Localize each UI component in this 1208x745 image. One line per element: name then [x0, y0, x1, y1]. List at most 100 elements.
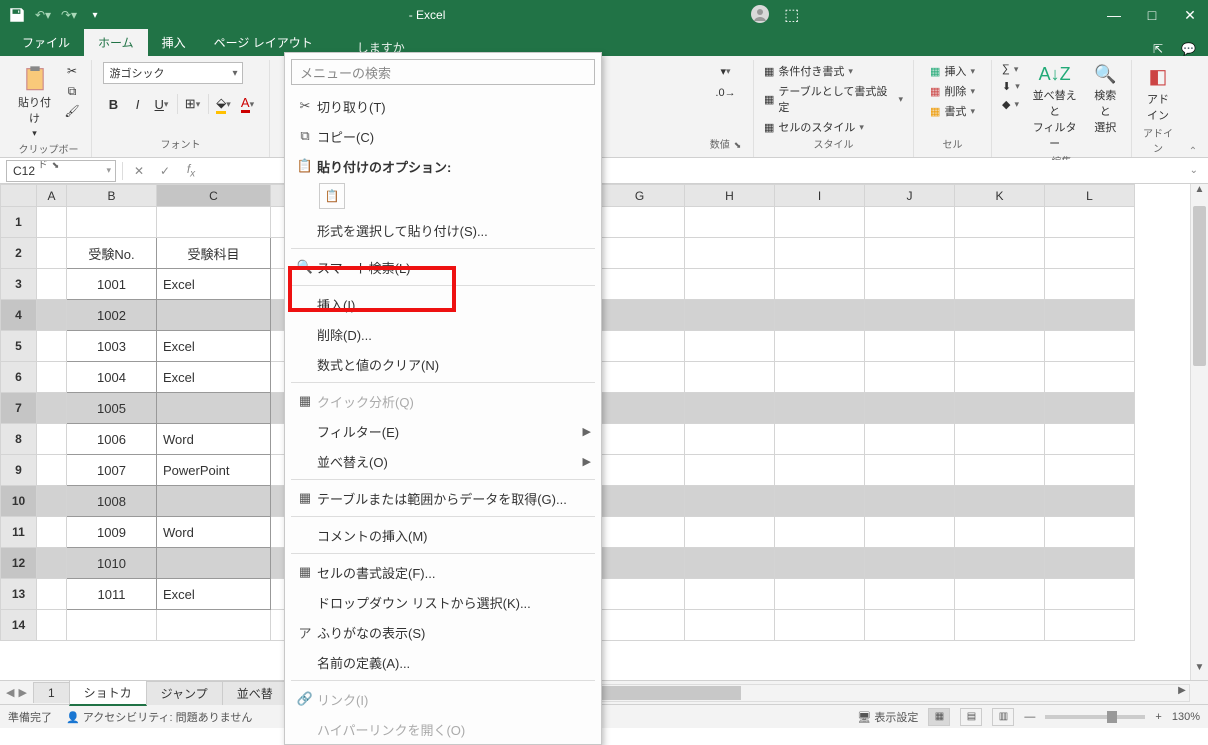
number-format-button[interactable]: ▾: [715, 62, 737, 80]
cell[interactable]: [595, 362, 685, 393]
number-launcher[interactable]: ⬊: [734, 140, 742, 150]
cell[interactable]: 1002: [67, 300, 157, 331]
cell-styles-button[interactable]: ▦セルのスタイル: [762, 118, 905, 136]
cell[interactable]: [775, 455, 865, 486]
cell[interactable]: [865, 362, 955, 393]
cell[interactable]: [595, 610, 685, 641]
row-header[interactable]: 3: [1, 269, 37, 300]
cell[interactable]: [955, 579, 1045, 610]
menu-smart-lookup[interactable]: 🔍スマート検索(L): [285, 252, 601, 282]
menu-cut[interactable]: ✂切り取り(T): [285, 91, 601, 121]
sheet-tab[interactable]: 1: [33, 682, 70, 703]
enter-formula-button[interactable]: ✓: [155, 161, 175, 181]
cell[interactable]: [685, 579, 775, 610]
cell[interactable]: 1004: [67, 362, 157, 393]
cell[interactable]: [775, 269, 865, 300]
cell[interactable]: [1045, 269, 1135, 300]
cell[interactable]: [37, 331, 67, 362]
font-color-button[interactable]: A: [237, 94, 259, 114]
cell[interactable]: [37, 424, 67, 455]
cell[interactable]: [595, 269, 685, 300]
cell[interactable]: [1045, 610, 1135, 641]
cell[interactable]: [955, 362, 1045, 393]
cell[interactable]: Excel: [157, 362, 271, 393]
cell[interactable]: Excel: [157, 331, 271, 362]
cell[interactable]: [955, 300, 1045, 331]
comments-icon[interactable]: 💬: [1181, 42, 1196, 56]
find-select-button[interactable]: 🔍 検索と 選択: [1088, 62, 1123, 137]
paste-button[interactable]: 貼り付け▾: [14, 62, 55, 141]
cell[interactable]: [865, 269, 955, 300]
cell[interactable]: [685, 517, 775, 548]
cell[interactable]: [685, 455, 775, 486]
cell[interactable]: [685, 362, 775, 393]
cell[interactable]: [955, 517, 1045, 548]
cell[interactable]: [775, 238, 865, 269]
column-header[interactable]: A: [37, 185, 67, 207]
cell[interactable]: 1011: [67, 579, 157, 610]
cell[interactable]: [775, 393, 865, 424]
cell[interactable]: [1045, 579, 1135, 610]
cell[interactable]: [595, 331, 685, 362]
cell[interactable]: 1005: [67, 393, 157, 424]
row-header[interactable]: 13: [1, 579, 37, 610]
zoom-level[interactable]: 130%: [1172, 711, 1200, 723]
column-header[interactable]: C: [157, 185, 271, 207]
menu-format-cells[interactable]: ▦セルの書式設定(F)...: [285, 557, 601, 587]
cell[interactable]: [1045, 238, 1135, 269]
sheet-tab[interactable]: 並べ替: [222, 681, 288, 705]
font-name-select[interactable]: 游ゴシック: [103, 62, 243, 84]
cell[interactable]: [1045, 362, 1135, 393]
cell[interactable]: [157, 610, 271, 641]
redo-icon[interactable]: ↷▾: [60, 6, 78, 24]
share-icon[interactable]: ⇱: [1153, 42, 1163, 56]
cell[interactable]: [865, 610, 955, 641]
row-header[interactable]: 6: [1, 362, 37, 393]
cell[interactable]: [955, 424, 1045, 455]
cell[interactable]: [157, 393, 271, 424]
menu-filter[interactable]: フィルター(E)▶: [285, 416, 601, 446]
cell[interactable]: [157, 548, 271, 579]
cell[interactable]: 受験No.: [67, 238, 157, 269]
cell[interactable]: [37, 610, 67, 641]
save-icon[interactable]: [8, 6, 26, 24]
cell[interactable]: [685, 269, 775, 300]
cell[interactable]: [865, 548, 955, 579]
row-header[interactable]: 5: [1, 331, 37, 362]
cell[interactable]: [685, 610, 775, 641]
menu-get-data[interactable]: ▦テーブルまたは範囲からデータを取得(G)...: [285, 483, 601, 513]
cell[interactable]: 1008: [67, 486, 157, 517]
cell[interactable]: [157, 486, 271, 517]
menu-show-phonetic[interactable]: アふりがなの表示(S): [285, 617, 601, 647]
menu-delete[interactable]: 削除(D)...: [285, 319, 601, 349]
cell[interactable]: [775, 517, 865, 548]
cell[interactable]: [775, 424, 865, 455]
cell[interactable]: [685, 300, 775, 331]
cell[interactable]: [865, 455, 955, 486]
menu-search-input[interactable]: メニューの検索: [291, 59, 595, 85]
cell[interactable]: [955, 269, 1045, 300]
insert-cells-button[interactable]: ▦挿入: [928, 62, 977, 80]
cell[interactable]: [685, 393, 775, 424]
cell[interactable]: 受験科目: [157, 238, 271, 269]
cell[interactable]: [595, 455, 685, 486]
fx-button[interactable]: fx: [181, 161, 201, 181]
tab-file[interactable]: ファイル: [8, 29, 84, 56]
cell[interactable]: [685, 331, 775, 362]
row-header[interactable]: 12: [1, 548, 37, 579]
paste-option-default[interactable]: 📋: [319, 183, 345, 209]
vertical-scrollbar[interactable]: ▲ ▼: [1190, 184, 1208, 680]
page-layout-view-button[interactable]: ▤: [960, 708, 982, 726]
menu-paste-special[interactable]: 形式を選択して貼り付け(S)...: [285, 215, 601, 245]
cell[interactable]: [157, 300, 271, 331]
maximize-button[interactable]: □: [1142, 7, 1162, 24]
cell[interactable]: 1007: [67, 455, 157, 486]
cell[interactable]: [37, 238, 67, 269]
row-header[interactable]: 14: [1, 610, 37, 641]
cell[interactable]: [685, 424, 775, 455]
cell[interactable]: [1045, 548, 1135, 579]
format-painter-icon[interactable]: 🖌: [61, 102, 83, 120]
column-header[interactable]: K: [955, 185, 1045, 207]
cell[interactable]: [157, 207, 271, 238]
column-header[interactable]: J: [865, 185, 955, 207]
